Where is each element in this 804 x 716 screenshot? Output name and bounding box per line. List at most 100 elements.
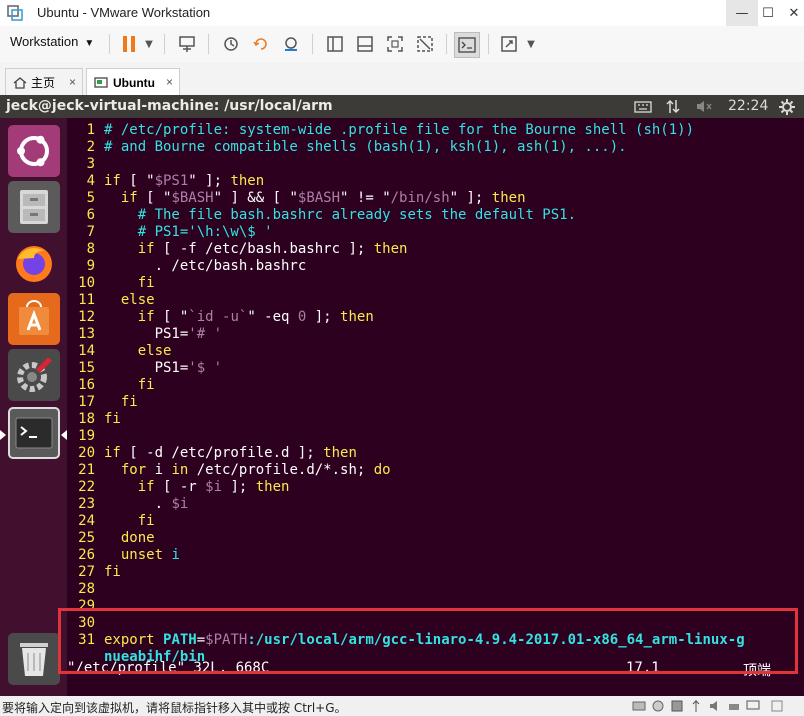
network-icon[interactable] bbox=[664, 98, 682, 115]
line-number: 8 bbox=[86, 241, 95, 257]
launcher-software-button[interactable] bbox=[8, 293, 60, 345]
line-number: 18 bbox=[78, 411, 95, 427]
launcher-terminal-button[interactable] bbox=[8, 407, 60, 459]
editor-line: 26 unset i bbox=[67, 547, 180, 564]
code-token: then bbox=[323, 445, 357, 461]
thumbnail-bar-button[interactable] bbox=[354, 32, 376, 56]
launcher-settings-button[interactable] bbox=[8, 349, 60, 401]
tab-ubuntu-close-button[interactable]: × bbox=[166, 75, 173, 89]
network-adapter-icon[interactable] bbox=[670, 699, 684, 713]
console-view-button[interactable] bbox=[454, 32, 480, 58]
editor-line: 7 # PS1='\h:\w\$ ' bbox=[67, 224, 273, 241]
keyboard-icon[interactable] bbox=[634, 98, 652, 115]
code-token: fi bbox=[120, 394, 138, 410]
chevron-down-icon: ▼ bbox=[84, 38, 95, 49]
stretch-dropdown[interactable]: ▼ bbox=[524, 32, 538, 56]
sound-muted-icon[interactable] bbox=[695, 98, 713, 115]
code-token: [ -f /etc/bash.bashrc ]; bbox=[154, 241, 374, 257]
launcher-dash-button[interactable] bbox=[8, 125, 60, 177]
code-token: $PS1 bbox=[154, 173, 189, 189]
code-token: PS1= bbox=[104, 360, 189, 376]
line-number: 21 bbox=[78, 462, 95, 478]
pause-button[interactable] bbox=[118, 32, 140, 56]
launcher-files-button[interactable] bbox=[8, 181, 60, 233]
workstation-menu-label: Workstation bbox=[10, 34, 79, 49]
close-window-button[interactable]: ✕ bbox=[778, 0, 804, 26]
code-token: fi bbox=[137, 377, 155, 393]
tab-home-close-button[interactable]: × bbox=[69, 75, 76, 89]
ubuntu-top-panel: jeck@jeck-virtual-machine: /usr/local/ar… bbox=[0, 95, 804, 118]
editor-line: 14 else bbox=[67, 343, 171, 360]
code-token: [ -r bbox=[154, 479, 206, 495]
code-token: PS1= bbox=[104, 326, 189, 342]
revert-snapshot-button[interactable] bbox=[250, 32, 272, 56]
launcher-firefox-button[interactable] bbox=[8, 237, 60, 289]
library-icon bbox=[327, 36, 343, 52]
usb-icon[interactable] bbox=[689, 699, 703, 713]
home-icon bbox=[13, 76, 27, 89]
clock[interactable]: 22:24 bbox=[728, 98, 768, 114]
window-titlebar: Ubuntu - VMware Workstation — ☐ ✕ bbox=[0, 0, 804, 27]
line-number: 12 bbox=[78, 309, 95, 325]
cd-drive-icon[interactable] bbox=[651, 699, 665, 713]
full-screen-icon bbox=[387, 36, 403, 52]
code-token: # /etc/profile: system-wide .profile fil… bbox=[104, 122, 695, 138]
terminal-icon bbox=[15, 417, 53, 449]
line-number: 20 bbox=[78, 445, 95, 461]
editor-line: 2 # and Bourne compatible shells (bash(1)… bbox=[67, 139, 627, 156]
power-settings-icon[interactable] bbox=[778, 98, 796, 115]
code-token: if bbox=[137, 479, 155, 495]
code-token: $i bbox=[205, 479, 223, 495]
software-center-icon bbox=[19, 300, 49, 335]
editor-line: 21 for i in /etc/profile.d/*.sh; do bbox=[67, 462, 391, 479]
workstation-menu[interactable]: Workstation ▼ bbox=[10, 34, 94, 49]
line-number: 24 bbox=[78, 513, 95, 529]
code-token: [ " bbox=[154, 309, 189, 325]
vm-display[interactable]: jeck@jeck-virtual-machine: /usr/local/ar… bbox=[0, 95, 804, 696]
display-icon[interactable] bbox=[746, 699, 760, 713]
code-token: # The file bash.bashrc already sets the … bbox=[137, 207, 577, 223]
sound-card-icon[interactable] bbox=[708, 699, 722, 713]
show-library-button[interactable] bbox=[324, 32, 346, 56]
unity-button[interactable] bbox=[414, 32, 436, 56]
code-token: fi bbox=[137, 275, 155, 291]
pause-dropdown[interactable]: ▼ bbox=[142, 32, 156, 56]
trash-icon bbox=[20, 643, 48, 676]
send-ctrl-alt-del-button[interactable] bbox=[176, 32, 198, 56]
full-screen-button[interactable] bbox=[384, 32, 406, 56]
line-number: 2 bbox=[86, 139, 95, 155]
tab-home[interactable]: 主页 × bbox=[5, 68, 83, 96]
editor-line: 9 . /etc/bash.bashrc bbox=[67, 258, 307, 275]
code-token: . bbox=[104, 496, 172, 512]
system-settings-icon bbox=[17, 357, 52, 392]
line-number: 15 bbox=[78, 360, 95, 376]
code-token: i bbox=[146, 462, 172, 478]
snapshot-manager-icon bbox=[285, 37, 297, 51]
hard-disk-icon[interactable] bbox=[632, 699, 646, 713]
code-token: then bbox=[230, 173, 265, 189]
toolbar-separator bbox=[446, 34, 447, 54]
editor-line: 20 if [ -d /etc/profile.d ]; then bbox=[67, 445, 357, 462]
terminal-window-title: jeck@jeck-virtual-machine: /usr/local/ar… bbox=[6, 98, 333, 114]
tab-ubuntu[interactable]: Ubuntu × bbox=[86, 68, 180, 96]
line-number: 17 bbox=[78, 394, 95, 410]
stretch-view-button[interactable] bbox=[498, 32, 520, 56]
editor-line: 18 fi bbox=[67, 411, 121, 428]
printer-icon[interactable] bbox=[727, 699, 741, 713]
code-token: fi bbox=[104, 564, 121, 580]
launcher-trash-button[interactable] bbox=[8, 633, 60, 685]
code-token: /etc/profile.d/*.sh; bbox=[188, 462, 374, 478]
launcher-running-dot bbox=[0, 430, 6, 440]
line-number: 25 bbox=[78, 530, 95, 546]
snapshot-manager-button[interactable] bbox=[280, 32, 302, 56]
line-number: 10 bbox=[78, 275, 95, 291]
code-token: [ -d /etc/profile.d ]; bbox=[120, 445, 324, 461]
message-log-icon[interactable] bbox=[770, 699, 784, 713]
code-token: do bbox=[373, 462, 391, 478]
snapshot-button[interactable] bbox=[220, 32, 242, 56]
